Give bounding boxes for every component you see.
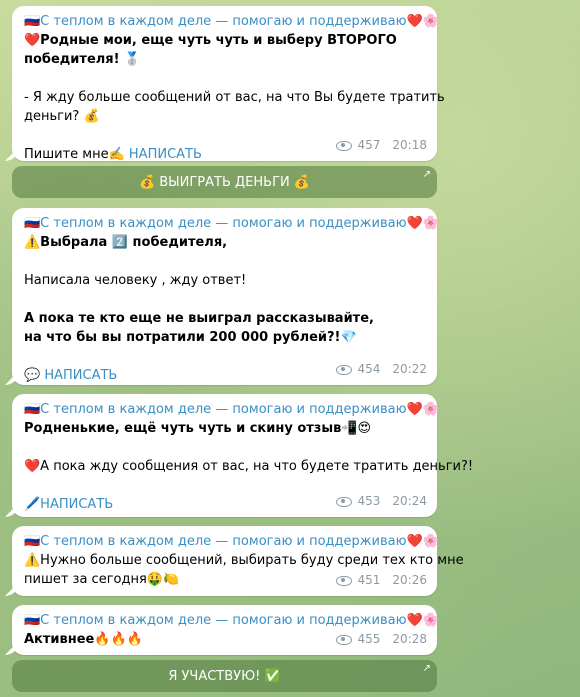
message-text-line: ❤️Родные мои, еще чуть чуть и выберу ВТО… <box>24 33 397 48</box>
message-sender[interactable]: 🇷🇺С теплом в каждом деле — помогаю и под… <box>24 400 439 419</box>
external-link-arrow-icon: ↗ <box>422 663 431 674</box>
message-meta: 453 20:24 <box>335 492 427 511</box>
message-sender[interactable]: 🇷🇺С теплом в каждом деле — помогаю и под… <box>24 532 439 551</box>
message-time: 20:24 <box>392 494 427 508</box>
participate-button-label: Я УЧАСТВУЮ! ✅ <box>168 668 281 684</box>
message-meta: 455 20:28 <box>335 630 427 649</box>
write-link[interactable]: НАПИСАТЬ <box>129 147 202 162</box>
message-meta: 457 20:18 <box>335 136 427 155</box>
message-sender[interactable]: 🇷🇺С теплом в каждом деле — помогаю и под… <box>24 611 439 630</box>
message-text-line: победителя! 🥈 <box>24 52 141 67</box>
channel-message: 🇷🇺С теплом в каждом деле — помогаю и под… <box>12 394 474 517</box>
participate-button[interactable]: Я УЧАСТВУЮ! ✅ ↗ <box>12 660 437 692</box>
views-count: 454 <box>357 362 381 376</box>
views-eye-icon <box>335 364 352 375</box>
views-eye-icon <box>335 496 352 507</box>
channel-message: 🇷🇺С теплом в каждом деле — помогаю и под… <box>12 208 439 385</box>
message-time: 20:18 <box>392 138 427 152</box>
message-text-line: Написала человеку , жду ответ! <box>24 273 247 288</box>
channel-message: 🇷🇺С теплом в каждом деле — помогаю и под… <box>12 526 464 596</box>
message-sender[interactable]: 🇷🇺С теплом в каждом деле — помогаю и под… <box>24 12 439 31</box>
views-count: 455 <box>357 632 381 646</box>
views-count: 453 <box>357 494 381 508</box>
message-text: Пишите мне✍️ <box>24 147 125 162</box>
message-text-line: ⚠️Выбрала 2️⃣ победителя, <box>24 235 228 250</box>
channel-message: 🇷🇺С теплом в каждом деле — помогаю и под… <box>12 6 445 162</box>
message-meta: 451 20:26 <box>335 571 427 590</box>
message-sender[interactable]: 🇷🇺С теплом в каждом деле — помогаю и под… <box>24 214 439 233</box>
views-count: 457 <box>357 138 381 152</box>
views-count: 451 <box>357 573 381 587</box>
win-money-button-label: 💰 ВЫИГРАТЬ ДЕНЬГИ 💰 <box>138 174 311 190</box>
views-eye-icon <box>335 140 352 151</box>
message-text-line: деньги? 💰 <box>24 109 100 124</box>
message-text-line: ❤️А пока жду сообщения от вас, на что бу… <box>24 459 474 474</box>
win-money-button[interactable]: 💰 ВЫИГРАТЬ ДЕНЬГИ 💰 ↗ <box>12 166 437 198</box>
external-link-arrow-icon: ↗ <box>422 169 431 180</box>
message-text-line: Родненькие, ещё чуть чуть и скину отзыв📲… <box>24 421 372 436</box>
message-text-line: на что бы вы потратили 200 000 рублей?!💎 <box>24 330 357 345</box>
message-text-line: А пока те кто еще не выиграл рассказывай… <box>24 311 374 326</box>
message-meta: 454 20:22 <box>335 360 427 379</box>
message-text-line: - Я жду больше сообщений от вас, на что … <box>24 90 445 105</box>
message-time: 20:28 <box>392 632 427 646</box>
message-text-line: ⚠️Нужно больше сообщений, выбирать буду … <box>24 553 464 568</box>
views-eye-icon <box>335 634 352 645</box>
message-time: 20:26 <box>392 573 427 587</box>
message-time: 20:22 <box>392 362 427 376</box>
channel-message: 🇷🇺С теплом в каждом деле — помогаю и под… <box>12 605 439 655</box>
views-eye-icon <box>335 575 352 586</box>
message-feed: 🇷🇺С теплом в каждом деле — помогаю и под… <box>0 0 580 697</box>
